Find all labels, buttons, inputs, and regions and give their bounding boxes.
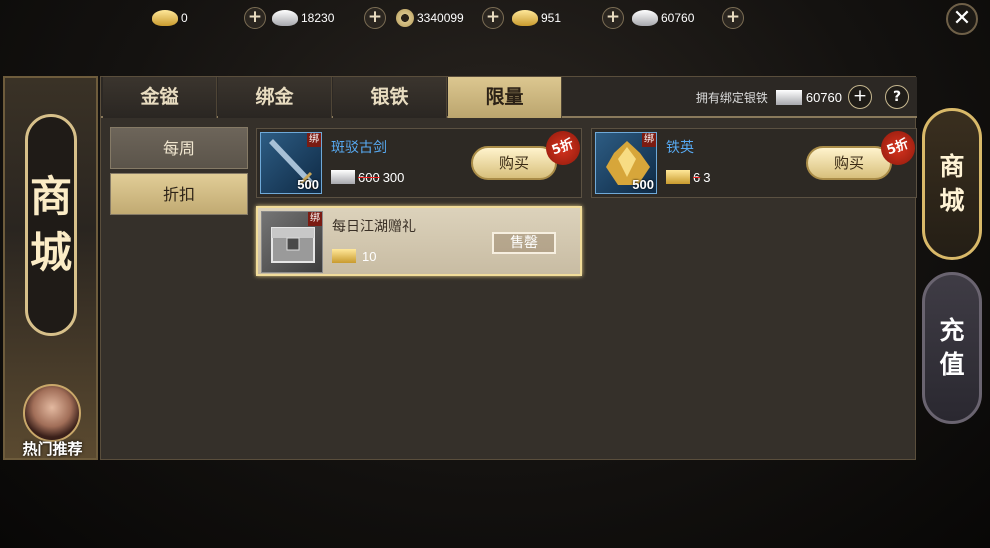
silver-ingot-icon — [331, 170, 355, 184]
side-tab-shop[interactable]: 商 城 — [922, 108, 982, 260]
subtab-weekly[interactable]: 每周 — [110, 127, 248, 169]
shop-item-card: 绑 每日江湖赠礼 10 售罄 — [256, 206, 582, 276]
tab-bound-gold[interactable]: 绑金 — [218, 77, 332, 118]
side-tab-recharge[interactable]: 充 值 — [922, 272, 982, 424]
close-button[interactable]: ✕ — [946, 3, 978, 35]
silver-ingot-icon — [272, 10, 298, 26]
original-price: 6 — [693, 169, 701, 185]
currency-bar: 0 + 18230 + 3340099 + 951 + 60760 + ✕ — [0, 0, 990, 38]
item-thumbnail[interactable]: 绑 500 — [595, 132, 657, 194]
shop-item-card: 绑 500 斑驳古剑 600 300 购买 5折 — [256, 126, 585, 198]
item-name: 铁英 — [666, 140, 694, 156]
currency-value: 0 — [181, 11, 188, 25]
bound-badge: 绑 — [642, 133, 656, 147]
item-price: 600 300 — [331, 167, 404, 187]
bound-gold-icon — [666, 170, 690, 184]
bound-silver-icon — [775, 89, 802, 105]
sold-out-label: 售罄 — [492, 232, 556, 254]
add-bound-gold-button[interactable]: + — [602, 7, 624, 29]
currency-copper-coin: 3340099 — [396, 7, 464, 29]
currency-tabs: 金镒 绑金 银铁 限量 拥有绑定银铁 60760 + ? — [101, 77, 917, 118]
shop-title-scroll: 商 城 — [25, 114, 77, 336]
hot-recommend-avatar[interactable] — [23, 384, 81, 442]
item-quantity: 500 — [297, 177, 319, 192]
side-tab-char: 商 — [939, 152, 965, 181]
currency-value: 951 — [541, 11, 562, 25]
bound-gold-icon — [512, 10, 538, 26]
tab-silver-iron[interactable]: 银铁 — [333, 77, 447, 118]
side-tab-char: 城 — [939, 186, 965, 215]
currency-bound-gold: 951 — [512, 7, 561, 29]
currency-value: 18230 — [301, 11, 335, 25]
shop-item-card: 绑 500 铁英 6 3 购买 5折 — [591, 126, 920, 198]
tab-limited[interactable]: 限量 — [448, 77, 562, 118]
shop-title-char: 商 — [29, 172, 72, 221]
side-tab-char: 值 — [939, 350, 965, 379]
item-price: 10 — [332, 246, 376, 266]
item-thumbnail[interactable]: 绑 500 — [260, 132, 322, 194]
buy-button[interactable]: 购买 — [471, 146, 557, 180]
item-price: 6 3 — [666, 167, 710, 187]
subtab-discount[interactable]: 折扣 — [110, 173, 248, 215]
add-gold-ingot-button[interactable]: + — [244, 7, 266, 29]
shop-title-char: 城 — [29, 228, 72, 277]
currency-value: 3340099 — [417, 11, 464, 25]
tab-gold-ingot[interactable]: 金镒 — [103, 77, 217, 118]
side-tab-char: 充 — [939, 316, 965, 345]
item-quantity: 500 — [632, 177, 654, 192]
add-bound-silver-button[interactable]: + — [848, 85, 872, 109]
owned-bound-silver: 拥有绑定银铁 60760 + ? — [696, 84, 909, 110]
bound-badge: 绑 — [308, 212, 322, 226]
currency-bound-silver: 60760 — [632, 7, 694, 29]
owned-label: 拥有绑定银铁 — [695, 90, 768, 105]
item-price-value: 10 — [362, 248, 377, 264]
close-icon: ✕ — [952, 6, 972, 31]
add-bound-silver-button[interactable]: + — [722, 7, 744, 29]
help-button[interactable]: ? — [885, 85, 909, 109]
add-copper-coin-button[interactable]: + — [482, 7, 504, 29]
discount-price: 3 — [703, 169, 711, 185]
currency-gold-ingot: 0 — [152, 7, 188, 29]
item-name: 斑驳古剑 — [331, 140, 387, 156]
hot-recommend-label[interactable]: 热门推荐 — [5, 438, 100, 459]
item-thumbnail[interactable]: 绑 — [261, 211, 323, 273]
original-price: 600 — [358, 169, 380, 185]
bound-badge: 绑 — [307, 133, 321, 147]
bound-silver-icon — [632, 10, 658, 26]
buy-button[interactable]: 购买 — [806, 146, 892, 180]
discount-price: 300 — [382, 169, 405, 185]
shop-panel: 金镒 绑金 银铁 限量 拥有绑定银铁 60760 + ? 每周 折扣 绑 500… — [100, 76, 920, 460]
add-silver-ingot-button[interactable]: + — [364, 7, 386, 29]
owned-value: 60760 — [805, 89, 842, 105]
shop-banner: 商 城 热门推荐 — [3, 76, 98, 460]
currency-silver-ingot: 18230 — [272, 7, 334, 29]
copper-coin-icon — [396, 9, 414, 27]
currency-value: 60760 — [661, 11, 695, 25]
bound-gold-icon — [332, 249, 356, 263]
gold-ingot-icon — [152, 10, 178, 26]
item-name: 每日江湖赠礼 — [332, 219, 416, 235]
